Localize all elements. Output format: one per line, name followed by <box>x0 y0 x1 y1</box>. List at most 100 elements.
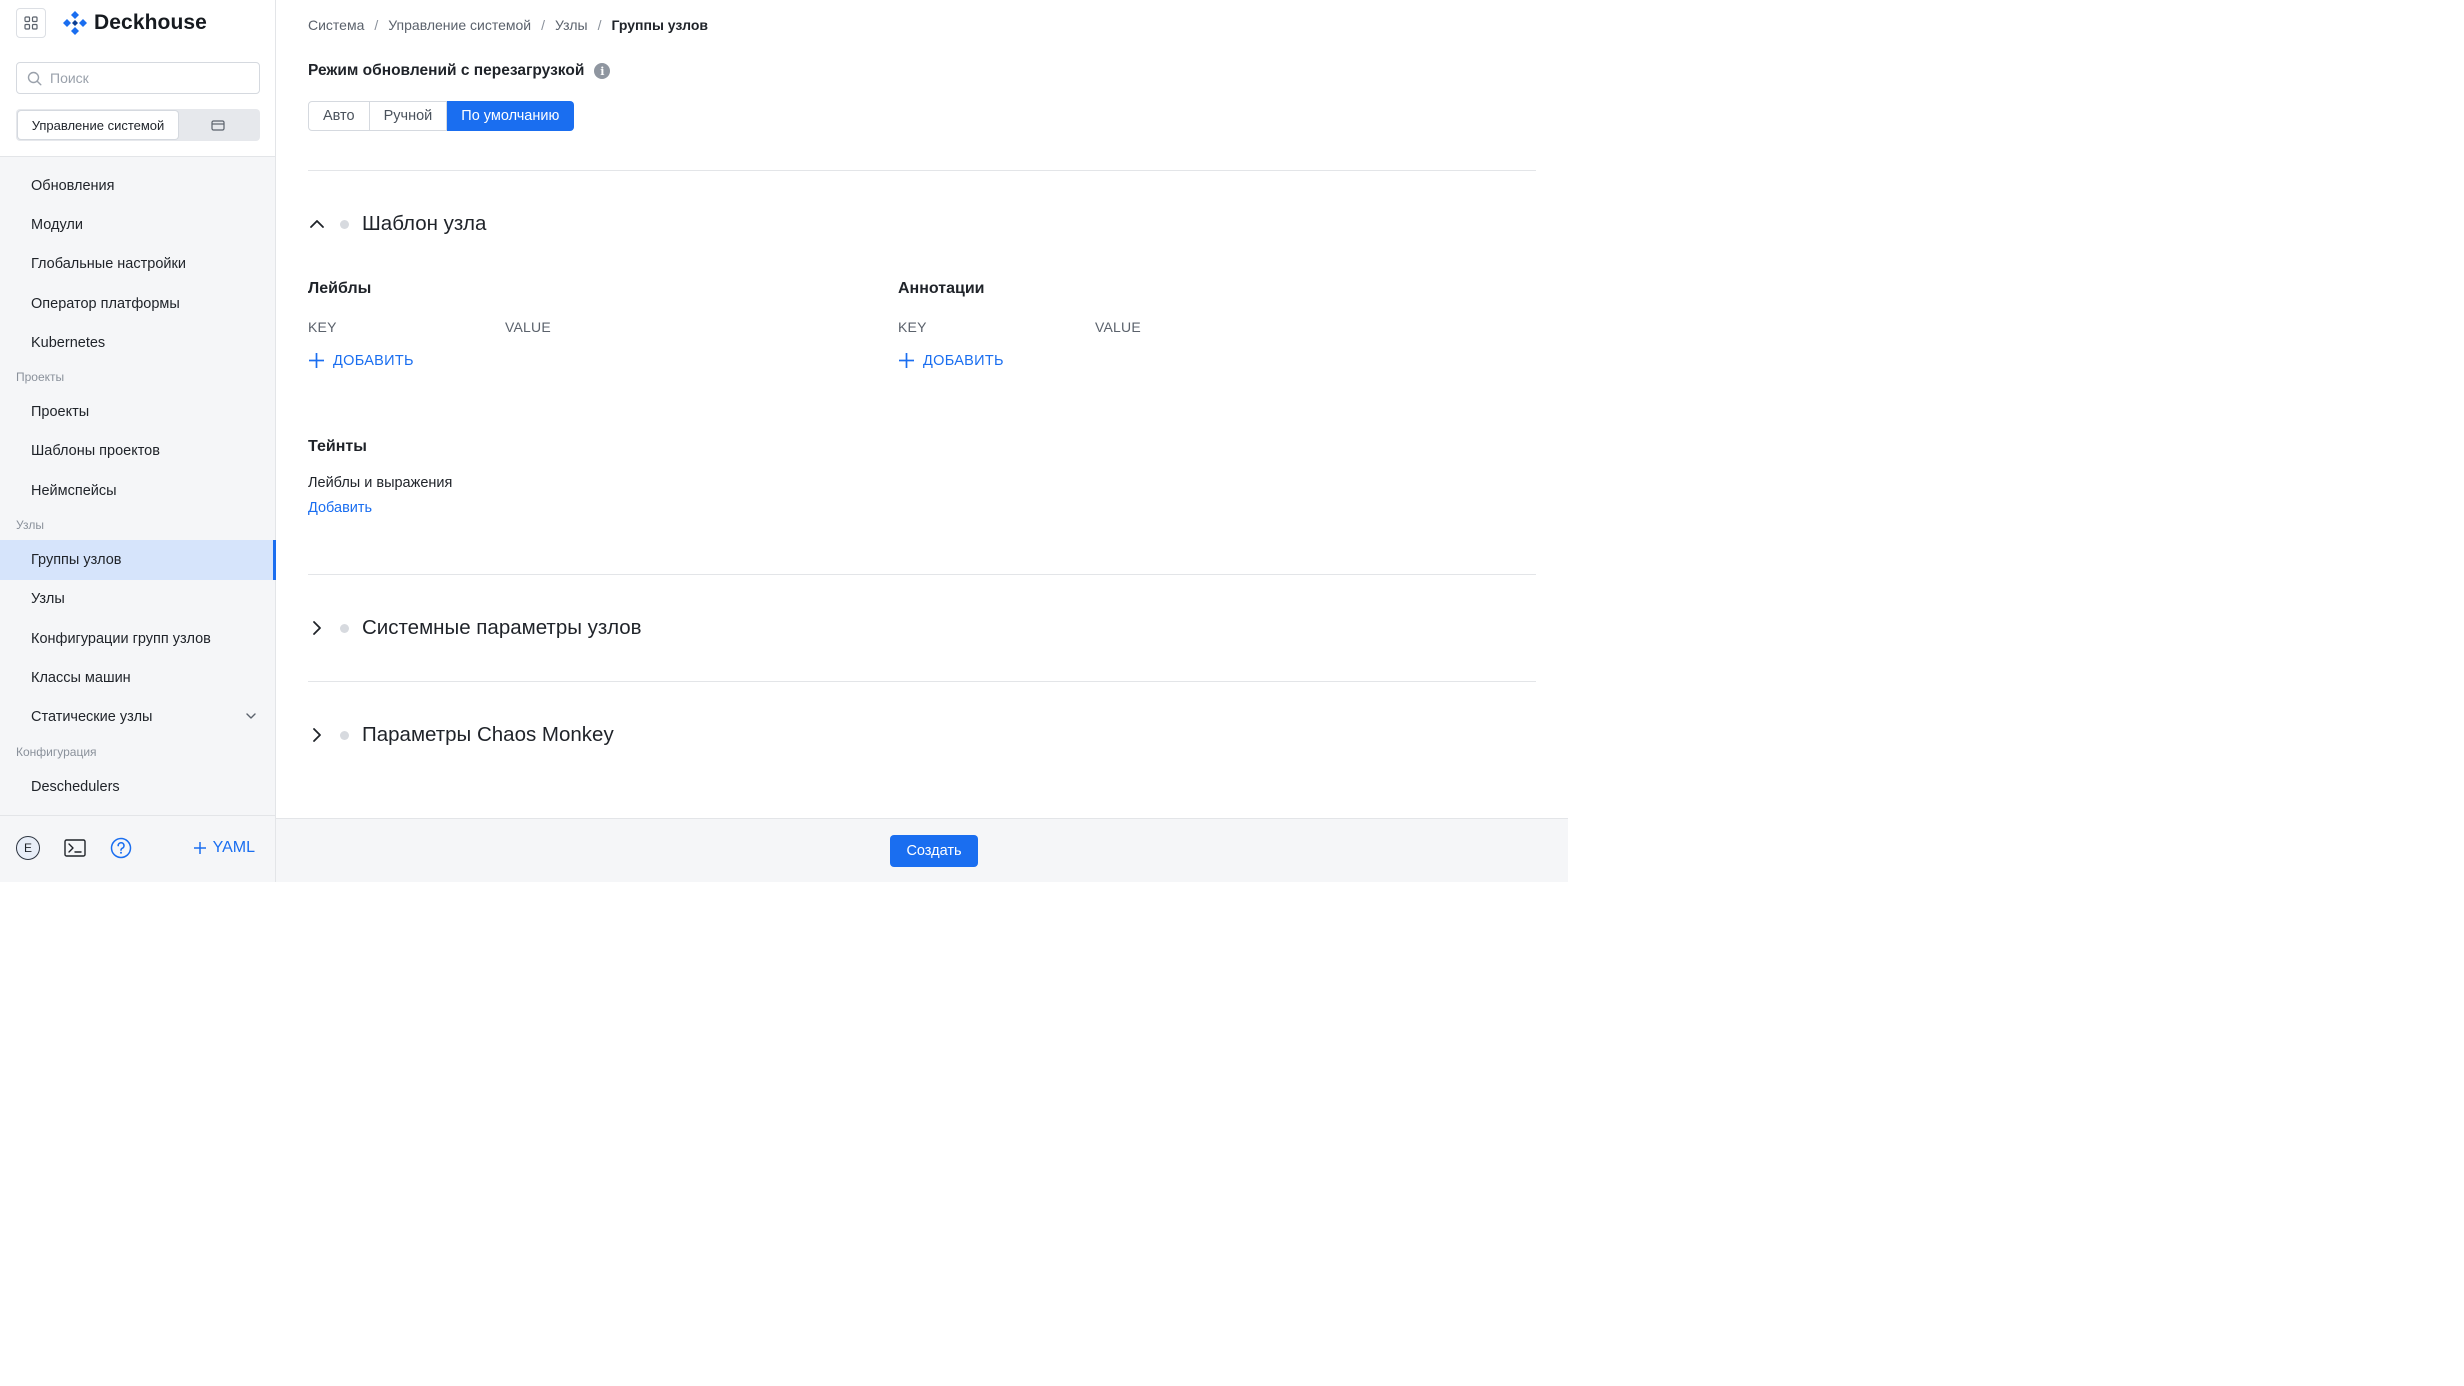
breadcrumb-separator: / <box>597 17 602 33</box>
sidebar-item-modules[interactable]: Модули <box>0 205 275 244</box>
plus-icon <box>309 353 324 368</box>
sidebar-header: Deckhouse Управление системой <box>0 0 275 157</box>
add-label-button[interactable]: ДОБАВИТЬ <box>308 352 414 369</box>
sidebar-item-label: Проекты <box>31 404 90 421</box>
section-title: Параметры Chaos Monkey <box>362 723 614 746</box>
info-icon[interactable]: i <box>594 63 611 79</box>
chevron-right-icon <box>308 727 326 743</box>
form-footer: Создать <box>276 818 1568 882</box>
brand-logo[interactable]: Deckhouse <box>62 10 207 36</box>
sidebar-item-label: Оператор платформы <box>31 295 180 312</box>
avatar[interactable]: E <box>16 836 40 860</box>
search-box[interactable] <box>16 62 260 94</box>
taints-title: Тейнты <box>308 438 367 455</box>
sidebar-item-node-group-configurations[interactable]: Конфигурации групп узлов <box>0 619 275 658</box>
labels-value-header: VALUE <box>505 319 551 335</box>
labels-title: Лейблы <box>308 280 372 297</box>
folder-icon <box>211 120 225 131</box>
add-taint-link[interactable]: Добавить <box>308 500 372 516</box>
section-header-chaos-monkey[interactable]: Параметры Chaos Monkey <box>308 721 614 749</box>
breadcrumb-separator: / <box>541 17 545 33</box>
sidebar-item-label: Модули <box>31 216 83 233</box>
sidebar-item-label: Классы машин <box>31 669 131 686</box>
sidebar-footer: E YAML <box>0 815 275 882</box>
terminal-button[interactable] <box>63 836 87 860</box>
section-divider <box>308 681 1536 682</box>
breadcrumb-item-current: Группы узлов <box>611 17 709 33</box>
sidebar-item-label: Неймспейсы <box>31 482 117 499</box>
sidebar-item-nodes[interactable]: Узлы <box>0 580 275 619</box>
add-label-text: ДОБАВИТЬ <box>333 352 414 369</box>
sidebar-nav: Обновления Модули Глобальные настройки О… <box>0 166 276 806</box>
sidebar-item-label: Обновления <box>31 177 115 194</box>
context-option-system[interactable]: Управление системой <box>18 111 178 139</box>
app-window: Deckhouse Управление системой <box>0 0 1568 882</box>
sidebar-item-static-nodes[interactable]: Статические узлы <box>0 698 275 737</box>
search-input[interactable] <box>50 70 240 86</box>
breadcrumb-item-nodes[interactable]: Узлы <box>555 17 588 33</box>
status-dot <box>340 730 349 740</box>
sidebar-item-label: Конфигурации групп узлов <box>31 630 211 647</box>
add-annotation-button[interactable]: ДОБАВИТЬ <box>898 352 1004 369</box>
sidebar-item-label: Узлы <box>31 591 65 608</box>
reboot-mode-title: Режим обновлений с перезагрузкой <box>308 62 585 79</box>
create-button[interactable]: Создать <box>890 835 978 867</box>
sidebar-item-label: Deschedulers <box>31 778 120 795</box>
section-header-system-parameters[interactable]: Системные параметры узлов <box>308 614 642 642</box>
section-header-node-template[interactable]: Шаблон узла <box>308 210 486 238</box>
context-option-projects[interactable] <box>178 111 258 139</box>
reboot-mode-selector: Авто Ручной По умолчанию <box>308 101 575 131</box>
sidebar-item-updates[interactable]: Обновления <box>0 166 275 205</box>
apps-grid-button[interactable] <box>16 8 46 38</box>
add-yaml-label: YAML <box>212 839 255 856</box>
status-dot <box>340 219 349 229</box>
sidebar-item-global-settings[interactable]: Глобальные настройки <box>0 245 275 284</box>
section-title: Системные параметры узлов <box>362 616 642 639</box>
section-divider <box>308 574 1536 575</box>
section-divider <box>308 170 1536 171</box>
breadcrumb-item-system-management[interactable]: Управление системой <box>388 17 531 33</box>
taints-description: Лейблы и выражения <box>308 475 453 491</box>
sidebar-item-label: Глобальные настройки <box>31 256 186 273</box>
plus-icon <box>193 842 206 854</box>
grid-icon <box>24 16 38 30</box>
reboot-mode-option-default[interactable]: По умолчанию <box>447 101 575 131</box>
chevron-down-icon[interactable] <box>245 712 257 720</box>
sidebar-item-label: Kubernetes <box>31 334 106 351</box>
search-icon <box>27 71 42 86</box>
help-button[interactable] <box>109 836 133 860</box>
sidebar-group-projects: Проекты <box>16 370 65 385</box>
brand-name: Deckhouse <box>94 11 207 34</box>
annotations-key-header: KEY <box>898 319 927 335</box>
annotations-title: Аннотации <box>898 280 985 297</box>
main-content: Система / Управление системой / Узлы / Г… <box>276 0 1568 818</box>
context-option-label: Управление системой <box>31 117 165 133</box>
help-icon <box>110 837 132 859</box>
sidebar-item-projects[interactable]: Проекты <box>0 392 275 431</box>
reboot-mode-heading: Режим обновлений с перезагрузкой i <box>308 62 611 80</box>
breadcrumb: Система / Управление системой / Узлы / Г… <box>308 16 708 34</box>
labels-key-header: KEY <box>308 319 337 335</box>
context-switcher: Управление системой <box>16 109 260 141</box>
sidebar-item-kubernetes[interactable]: Kubernetes <box>0 323 275 362</box>
breadcrumb-item-system[interactable]: Система <box>308 17 364 33</box>
sidebar-item-project-templates[interactable]: Шаблоны проектов <box>0 432 275 471</box>
sidebar-item-namespaces[interactable]: Неймспейсы <box>0 471 275 510</box>
terminal-icon <box>64 839 86 857</box>
deckhouse-logo-icon <box>63 11 87 35</box>
sidebar: Deckhouse Управление системой <box>0 0 276 882</box>
reboot-mode-option-auto[interactable]: Авто <box>308 101 370 131</box>
breadcrumb-separator: / <box>374 17 379 33</box>
reboot-mode-option-manual[interactable]: Ручной <box>369 101 448 131</box>
sidebar-item-node-groups[interactable]: Группы узлов <box>0 540 276 580</box>
sidebar-item-deschedulers[interactable]: Deschedulers <box>0 767 275 806</box>
sidebar-item-label: Статические узлы <box>31 709 153 726</box>
plus-icon <box>899 353 914 368</box>
add-yaml-button[interactable]: YAML <box>193 836 255 860</box>
sidebar-item-platform-operator[interactable]: Оператор платформы <box>0 284 275 323</box>
sidebar-item-label: Группы узлов <box>31 552 122 569</box>
chevron-up-icon <box>308 219 326 229</box>
add-annotation-text: ДОБАВИТЬ <box>923 352 1004 369</box>
sidebar-item-label: Шаблоны проектов <box>31 443 160 460</box>
sidebar-item-machine-classes[interactable]: Классы машин <box>0 658 275 697</box>
